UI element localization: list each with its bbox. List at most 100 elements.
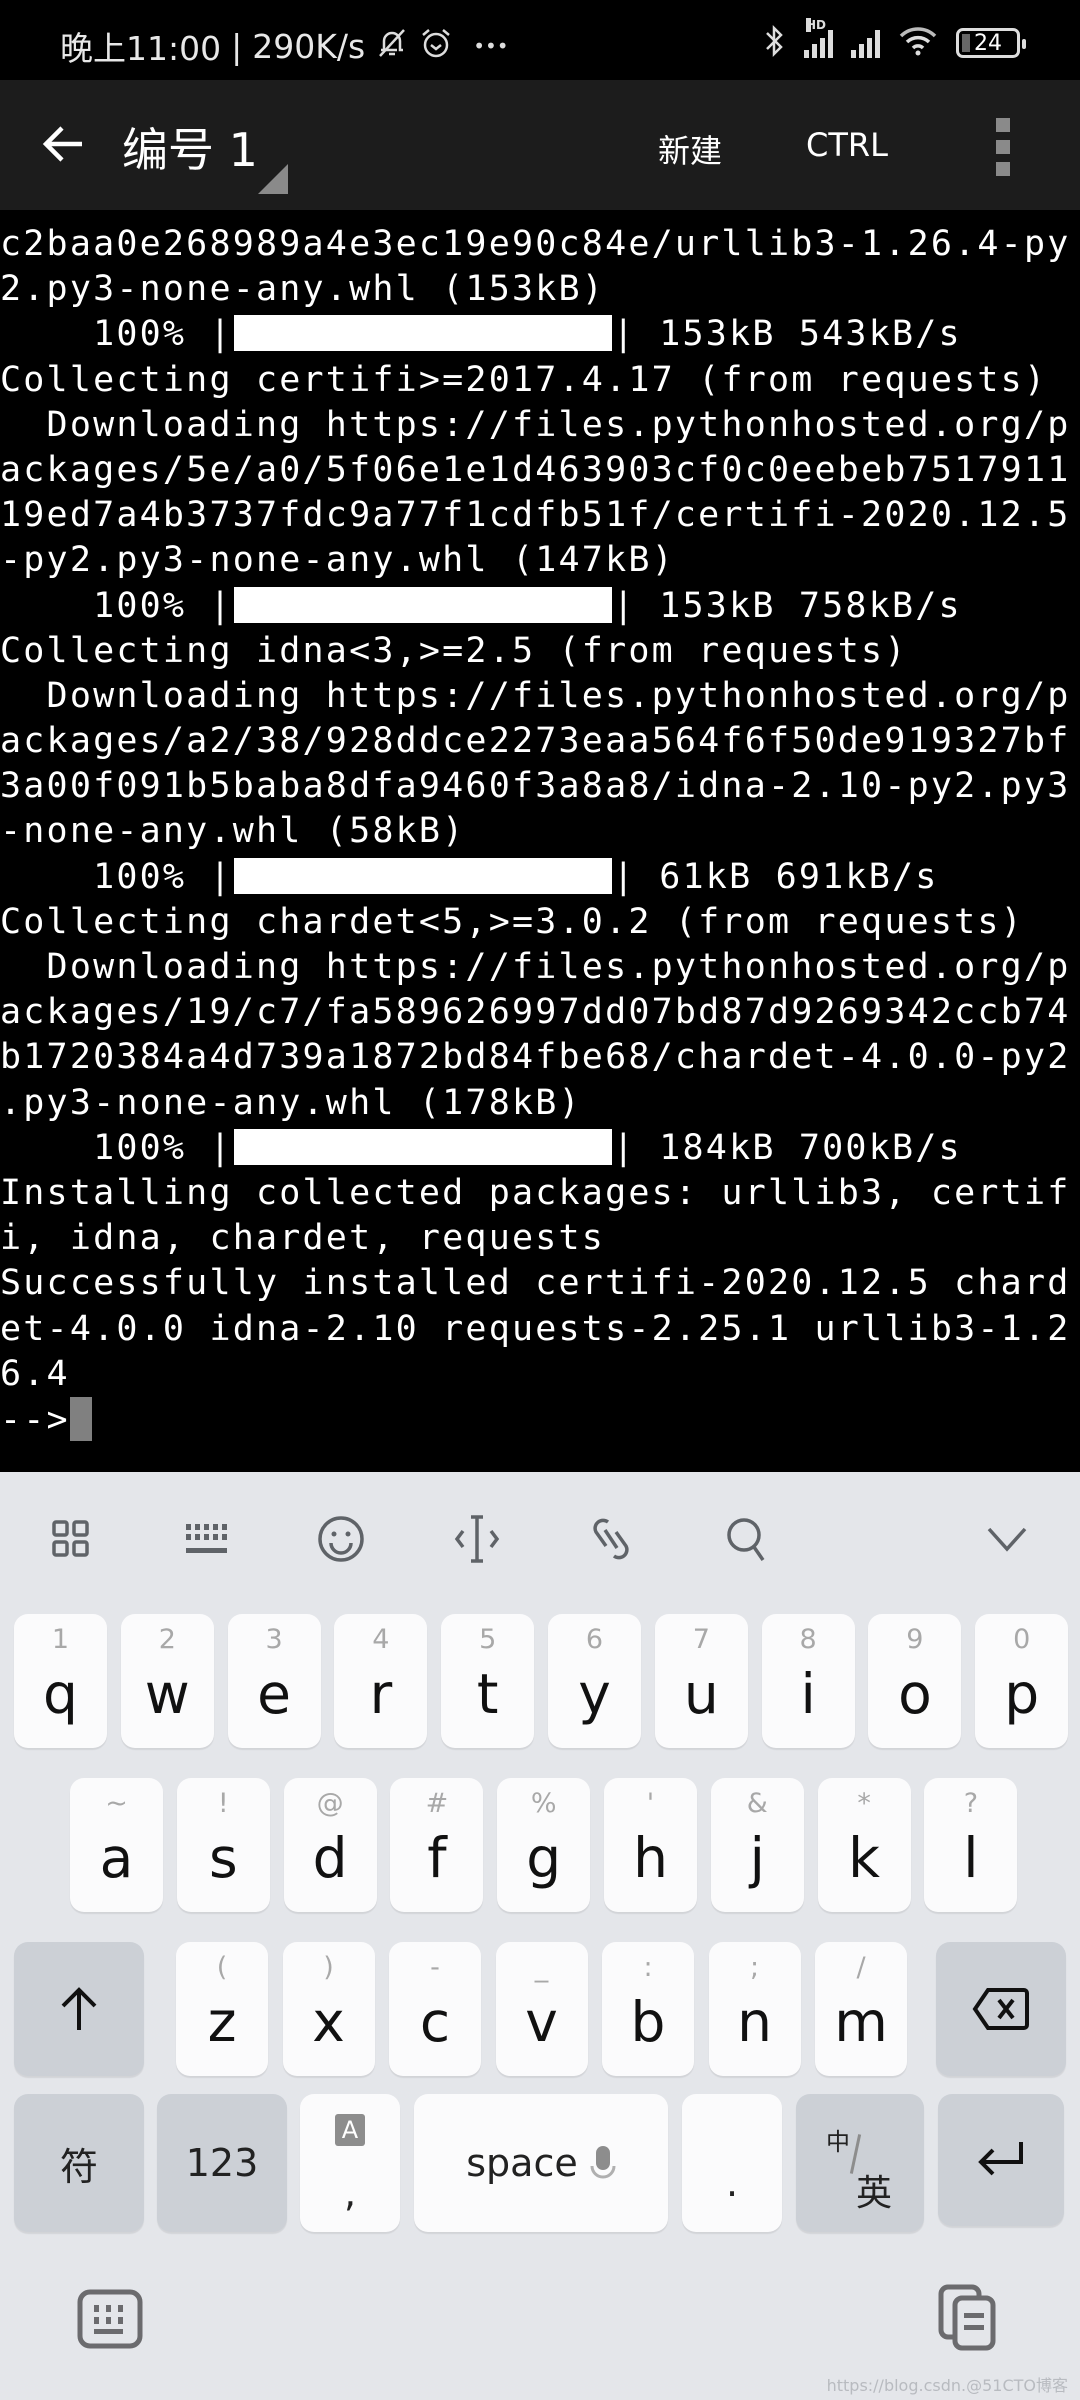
key-i[interactable]: 8i	[761, 1614, 855, 1748]
key-label: j	[749, 1826, 765, 1890]
key-hint: !	[217, 1788, 229, 1819]
key-v[interactable]: _ v	[495, 1942, 588, 2076]
network-speed: 290K/s	[252, 26, 366, 66]
key-k[interactable]: * k	[817, 1778, 911, 1912]
auto-caps-badge: A	[334, 2114, 366, 2146]
watermark: https://blog.csdn.@51CTO博客	[826, 2376, 1068, 2395]
key-hint: 7	[692, 1624, 710, 1655]
numbers-key[interactable]: 123	[157, 2094, 287, 2232]
key-u[interactable]: 7u	[654, 1614, 748, 1748]
search-icon[interactable]	[720, 1512, 774, 1566]
key-o[interactable]: 9o	[868, 1614, 962, 1748]
language-switch-key[interactable]: 中 英	[796, 2094, 924, 2232]
key-f[interactable]: # f	[390, 1778, 484, 1912]
key-n[interactable]: ; n	[708, 1942, 801, 2076]
period-key[interactable]: .	[682, 2094, 782, 2232]
prompt-line[interactable]: -->	[0, 1396, 1080, 1442]
terminal-output[interactable]: c2baa0e268989a4e3ec19e90c84e/urllib3-1.2…	[0, 210, 1080, 1472]
key-r[interactable]: 4r	[334, 1614, 428, 1748]
symbols-key[interactable]: 符	[14, 2094, 144, 2232]
emoji-icon[interactable]	[314, 1512, 368, 1566]
battery-icon: 24	[956, 28, 1026, 58]
session-title[interactable]: 编号 1	[122, 114, 258, 180]
cursor-move-icon[interactable]	[450, 1512, 504, 1566]
key-t[interactable]: 5t	[441, 1614, 535, 1748]
ctrl-button[interactable]: CTRL	[806, 126, 888, 164]
key-m[interactable]: / m	[815, 1942, 907, 2076]
terminal-line: Installing collected packages: urllib3, …	[0, 1172, 1071, 1213]
terminal-line: Successfully installed certifi-2020.12.5…	[0, 1263, 1071, 1304]
back-button[interactable]	[38, 118, 90, 170]
key-c[interactable]: -c	[389, 1942, 481, 2076]
progress-stats: | 153kB 758kB/s	[612, 585, 962, 626]
enter-icon	[978, 2142, 1023, 2176]
key-e[interactable]: 3e	[227, 1614, 321, 1748]
key-x[interactable]: ) x	[282, 1942, 375, 2076]
session-dropdown-icon[interactable]	[258, 164, 288, 194]
key-hint: *	[857, 1788, 871, 1819]
key-label: p	[1004, 1662, 1040, 1726]
key-s[interactable]: ! s	[176, 1778, 270, 1912]
soft-keyboard: 1 q 2 w 3 e 4 r 5 t 6 y 7 u 8 i 9 o 0 p ~ a! s @ d # f% g ' h & j * k? l(z…	[0, 1472, 1080, 2400]
key-hint: ~	[105, 1788, 128, 1819]
key-b[interactable]: :b	[602, 1942, 694, 2076]
progress-bar	[233, 1128, 612, 1165]
enter-key[interactable]	[938, 2094, 1064, 2226]
key-label: u	[683, 1662, 719, 1726]
space-key-content: space	[466, 2141, 616, 2185]
key-l[interactable]: ? l	[924, 1778, 1018, 1912]
key-hint: 3	[265, 1624, 283, 1655]
battery-level: 24	[974, 30, 1002, 56]
backspace-key[interactable]	[936, 1942, 1066, 2076]
clipboard-icon[interactable]	[938, 2284, 1002, 2358]
shell-prompt: -->	[0, 1399, 70, 1440]
key-label: c	[419, 1990, 451, 2054]
bluetooth-icon	[764, 24, 786, 62]
key-j[interactable]: & j	[710, 1778, 804, 1912]
terminal-line: Collecting certifi>=2017.4.17 (from requ…	[0, 359, 1048, 400]
key-d[interactable]: @ d	[283, 1778, 377, 1912]
download-progress-line: 100% | | 61kB 691kB/s	[0, 855, 1080, 900]
download-progress-line: 100% | | 153kB 758kB/s	[0, 584, 1080, 629]
key-label: e	[257, 1662, 292, 1726]
key-y[interactable]: 6y	[548, 1614, 641, 1748]
symbols-key-label: 符	[59, 2144, 98, 2189]
apps-grid-icon[interactable]	[44, 1512, 98, 1566]
key-hint: :	[643, 1952, 653, 1983]
key-q[interactable]: 1q	[14, 1614, 107, 1748]
collapse-chevron-icon[interactable]	[980, 1512, 1034, 1566]
terminal-line: ackages/5e/a0/5f06e1e1d463903cf0c0eebeb7…	[0, 449, 1071, 490]
progress-stats: | 61kB 691kB/s	[612, 856, 939, 897]
key-p[interactable]: 0p	[975, 1614, 1069, 1748]
key-label: w	[144, 1662, 190, 1726]
keyboard-switch-icon[interactable]	[76, 2288, 146, 2354]
space-key[interactable]: space	[414, 2094, 668, 2232]
key-h[interactable]: ' h	[604, 1778, 697, 1912]
overflow-menu-icon[interactable]	[996, 118, 1010, 176]
clipboard-link-icon[interactable]	[584, 1512, 638, 1566]
shift-key[interactable]	[14, 1942, 144, 2076]
key-hint: 0	[1013, 1624, 1031, 1655]
progress-percent: 100% |	[0, 1127, 233, 1168]
terminal-line: 19ed7a4b3737fdc9a77f1cdfb51f/certifi-202…	[0, 495, 1071, 536]
progress-stats: | 153kB 543kB/s	[612, 314, 962, 355]
key-a[interactable]: ~ a	[70, 1778, 163, 1912]
mute-bell-icon	[375, 26, 409, 67]
lang-en-label: 英	[856, 2173, 893, 2214]
alarm-icon	[419, 26, 453, 67]
key-label: r	[369, 1662, 393, 1726]
key-w[interactable]: 2w	[120, 1614, 214, 1748]
terminal-line: c2baa0e268989a4e3ec19e90c84e/urllib3-1.2…	[0, 224, 1071, 264]
status-separator: |	[231, 26, 243, 66]
key-z[interactable]: (z	[176, 1942, 268, 2076]
microphone-icon	[590, 2146, 616, 2179]
new-session-button[interactable]: 新建	[658, 126, 722, 172]
progress-stats: | 184kB 700kB/s	[612, 1127, 962, 1168]
arrow-left-icon	[42, 126, 82, 162]
comma-key[interactable]: A ,	[300, 2094, 400, 2232]
key-label: d	[312, 1826, 348, 1890]
keyboard-layout-icon[interactable]	[180, 1512, 234, 1566]
terminal-line: Downloading https://files.pythonhosted.o…	[0, 675, 1071, 716]
key-g[interactable]: % g	[497, 1778, 591, 1912]
key-hint: '	[646, 1788, 655, 1819]
